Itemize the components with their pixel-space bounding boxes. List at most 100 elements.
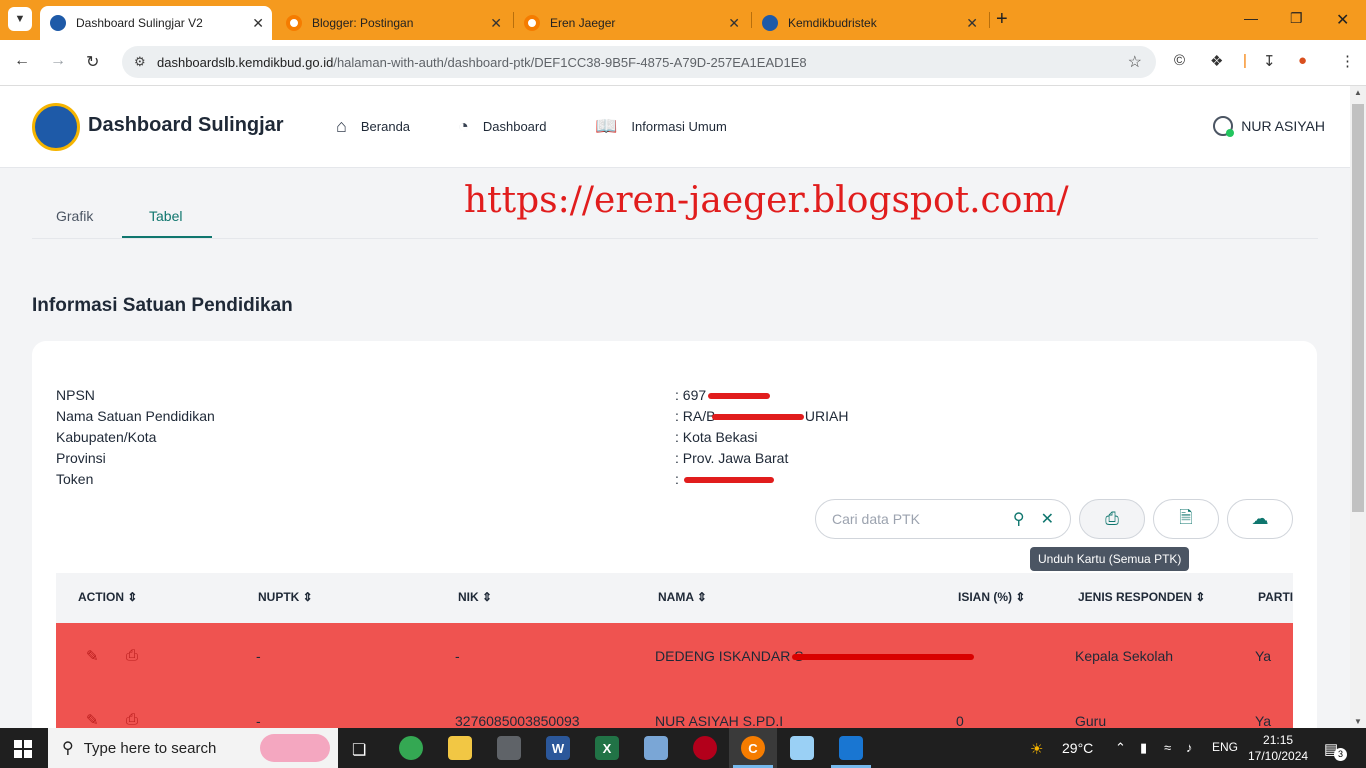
cell-jenis-responden: Kepala Sekolah — [1075, 648, 1174, 664]
forward-arrow-icon[interactable]: → — [50, 52, 66, 70]
address-bar[interactable]: ⚙ dashboardslb.kemdikbud.go.id/halaman-w… — [122, 46, 1156, 78]
task-view-icon[interactable]: ❏ — [352, 740, 366, 760]
url-path: /halaman-with-auth/dashboard-ptk/DEF1CC3… — [333, 54, 807, 70]
file-explorer-icon[interactable] — [448, 736, 472, 760]
user-avatar-icon — [1213, 116, 1235, 137]
battery-icon[interactable]: ▮ — [1140, 740, 1147, 756]
col-nuptk[interactable]: NUPTK ⇕ — [258, 590, 313, 604]
tab-close-icon[interactable]: ✕ — [728, 15, 740, 32]
calculator-icon[interactable] — [497, 736, 521, 760]
edit-pencil-icon[interactable]: ✎ — [86, 647, 99, 665]
tab-search-button[interactable]: ▼ — [8, 7, 32, 31]
chrome-app-icon[interactable] — [399, 736, 423, 760]
print-row-icon[interactable]: ⎙ — [126, 711, 138, 728]
tab-close-icon[interactable]: ✕ — [966, 15, 978, 32]
tray-expand-icon[interactable]: ⌃ — [1115, 740, 1126, 756]
c-app-icon[interactable]: C — [741, 736, 765, 760]
minimize-button[interactable]: — — [1244, 10, 1258, 26]
profile-avatar-icon[interactable]: ● — [1298, 52, 1307, 69]
close-window-button[interactable]: ✕ — [1336, 10, 1349, 30]
browser-menu-icon[interactable]: ⋮ — [1340, 52, 1355, 70]
cell-nuptk: - — [256, 648, 261, 664]
clock[interactable]: 21:15 17/10/2024 — [1248, 732, 1308, 764]
site-header: Dashboard Sulingjar ⌂ Beranda ◔ Dashboar… — [0, 86, 1350, 168]
col-nik[interactable]: NIK ⇕ — [458, 590, 492, 604]
bookmark-star-icon[interactable]: ☆ — [1128, 52, 1142, 72]
search-input[interactable]: Cari data PTK — [832, 511, 1013, 527]
tab-title: Kemdikbudristek — [788, 16, 877, 30]
vertical-scrollbar[interactable]: ▲ ▼ — [1350, 86, 1366, 728]
cell-nama: NUR ASIYAH S.PD.I — [655, 713, 784, 728]
tab-close-icon[interactable]: ✕ — [252, 15, 264, 32]
nav-dashboard[interactable]: ◔ Dashboard — [458, 116, 546, 137]
printer-icon: ⎙ — [1105, 509, 1119, 528]
tab-eren-jaeger[interactable]: Eren Jaeger ✕ — [514, 6, 748, 40]
search-icon: ⚲ — [62, 740, 74, 757]
watermark-url: https://eren-jaeger.blogspot.com/ — [464, 180, 1069, 221]
windows-start-icon[interactable] — [14, 740, 32, 758]
red-app-icon[interactable] — [693, 736, 717, 760]
info-value-npsn: : 697 — [675, 387, 707, 403]
print-row-icon[interactable]: ⎙ — [126, 647, 138, 664]
excel-icon[interactable]: X — [595, 736, 619, 760]
volume-icon[interactable]: ♪ — [1186, 740, 1193, 755]
tab-title: Blogger: Postingan — [312, 16, 414, 30]
tab-grafik[interactable]: Grafik — [56, 208, 93, 224]
table-header: ACTION ⇕ NUPTK ⇕ NIK ⇕ NAMA ⇕ ISIAN (%) … — [56, 573, 1293, 623]
document-button[interactable]: 🗎 — [1153, 499, 1219, 539]
user-menu[interactable]: NUR ASIYAH — [1213, 116, 1325, 137]
download-icon[interactable]: ↧ — [1263, 52, 1276, 70]
brand-title[interactable]: Dashboard Sulingjar — [88, 114, 284, 137]
print-button[interactable]: ⎙ — [1079, 499, 1145, 539]
url-host: dashboardslb.kemdikbud.go.id — [157, 54, 334, 70]
table-row: ✎ ⎙ - - DEDENG ISKANDAR S Kepala Sekolah… — [56, 623, 1293, 691]
new-tab-button[interactable]: + — [996, 8, 1008, 31]
language-indicator[interactable]: ENG — [1212, 740, 1238, 754]
restore-button[interactable]: ❐ — [1290, 10, 1303, 27]
clear-icon[interactable]: ✕ — [1041, 509, 1054, 529]
tab-tabel[interactable]: Tabel — [149, 208, 182, 224]
tab-dashboard-sulingjar[interactable]: Dashboard Sulingjar V2 ✕ — [40, 6, 272, 40]
download-cloud-button[interactable]: ☁ — [1227, 499, 1293, 539]
browser-toolbar: ← → ↻ ⚙ dashboardslb.kemdikbud.go.id/hal… — [0, 40, 1366, 86]
blue-app-icon[interactable] — [839, 736, 863, 760]
redaction-mark — [708, 393, 770, 399]
tab-kemdikbudristek[interactable]: Kemdikbudristek ✕ — [752, 6, 986, 40]
reload-icon[interactable]: ↻ — [86, 52, 99, 72]
col-jenis-responden[interactable]: JENIS RESPONDEN ⇕ — [1078, 590, 1205, 604]
browser-tab-strip: ▼ Dashboard Sulingjar V2 ✕ Blogger: Post… — [0, 0, 1366, 40]
tab-title: Eren Jaeger — [550, 16, 616, 30]
weather-icon[interactable]: ☀ — [1030, 740, 1043, 758]
scroll-down-arrow-icon[interactable]: ▼ — [1354, 717, 1362, 726]
scrollbar-thumb[interactable] — [1352, 104, 1364, 512]
extension-c-icon[interactable]: © — [1174, 52, 1185, 69]
nav-beranda[interactable]: ⌂ Beranda — [336, 116, 410, 137]
notepad-app-icon[interactable] — [790, 736, 814, 760]
tab-blogger-postingan[interactable]: Blogger: Postingan ✕ — [276, 6, 510, 40]
tut-wuri-handayani-logo[interactable] — [32, 103, 80, 151]
col-action[interactable]: ACTION ⇕ — [78, 590, 137, 604]
document-icon: 🗎 — [1179, 507, 1193, 527]
search-ptk-field[interactable]: Cari data PTK ⚲ ✕ — [815, 499, 1071, 539]
back-arrow-icon[interactable]: ← — [14, 52, 30, 70]
table-row: ✎ ⎙ - 3276085003850093 NUR ASIYAH S.PD.I… — [56, 691, 1293, 728]
info-label-kabupaten: Kabupaten/Kota — [56, 429, 157, 445]
search-icon[interactable]: ⚲ — [1013, 509, 1025, 529]
nav-informasi-umum[interactable]: 📖 Informasi Umum — [595, 116, 727, 137]
word-icon[interactable]: W — [546, 736, 570, 760]
scroll-up-arrow-icon[interactable]: ▲ — [1354, 88, 1362, 97]
col-partisipasi[interactable]: PARTI — [1258, 590, 1293, 604]
extensions-puzzle-icon[interactable]: ❖ — [1210, 52, 1223, 70]
site-settings-icon[interactable]: ⚙ — [134, 54, 146, 70]
col-nama[interactable]: NAMA ⇕ — [658, 590, 707, 604]
wifi-icon[interactable]: ≈ — [1164, 740, 1171, 755]
col-isian[interactable]: ISIAN (%) ⇕ — [958, 590, 1025, 604]
weather-temperature[interactable]: 29°C — [1062, 740, 1093, 756]
kemdikbud-favicon-icon — [762, 15, 778, 31]
taskbar-search-box[interactable]: ⚲ Type here to search — [48, 728, 338, 768]
edit-pencil-icon[interactable]: ✎ — [86, 711, 99, 728]
cell-partisipasi: Ya — [1255, 713, 1272, 728]
paint-icon[interactable] — [644, 736, 668, 760]
tab-close-icon[interactable]: ✕ — [490, 15, 502, 32]
redaction-mark — [712, 414, 804, 420]
